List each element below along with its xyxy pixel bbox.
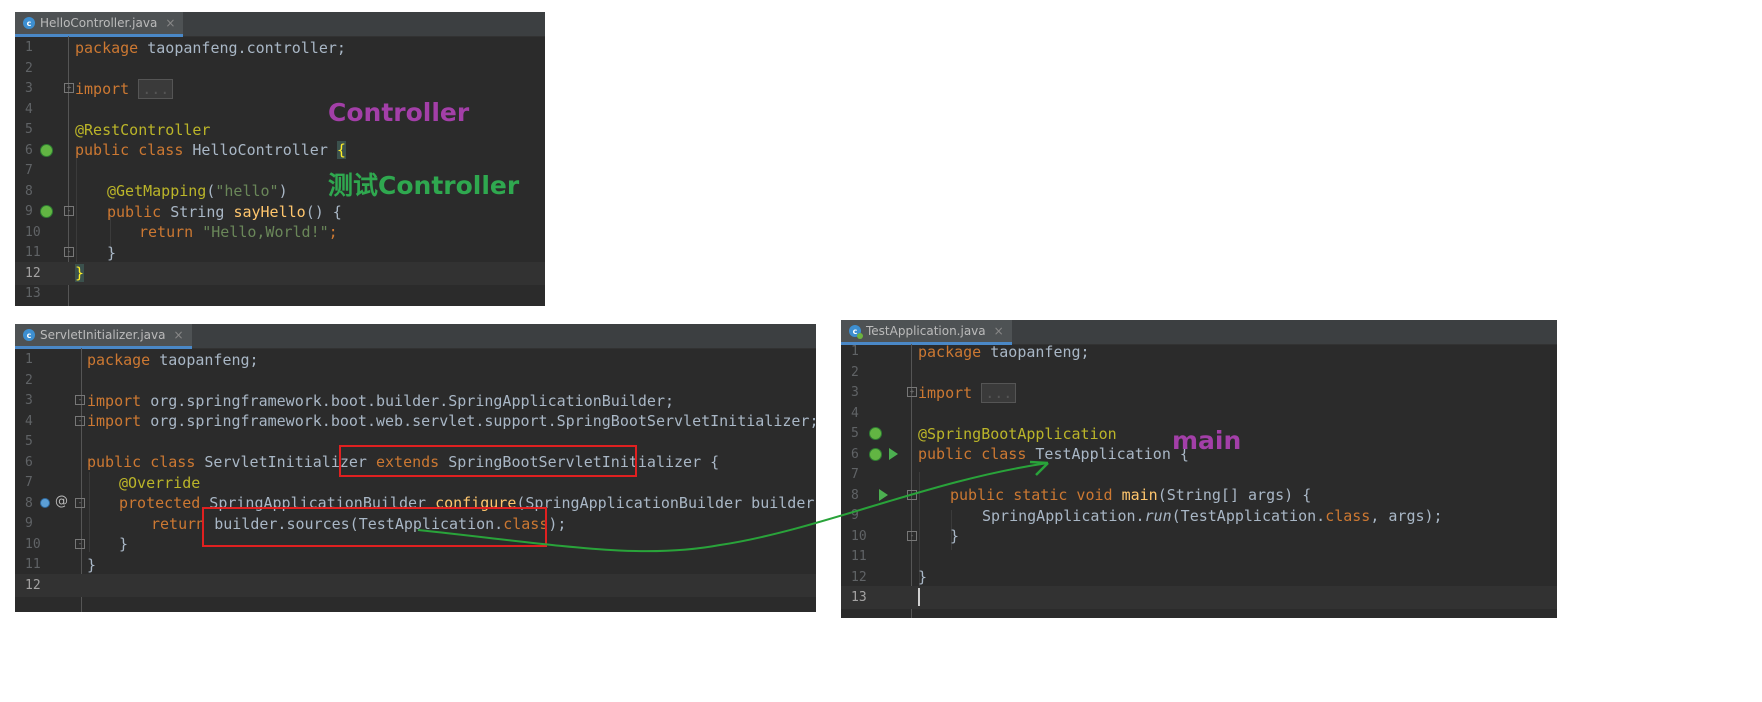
arrow-to-test-application bbox=[417, 460, 1049, 553]
